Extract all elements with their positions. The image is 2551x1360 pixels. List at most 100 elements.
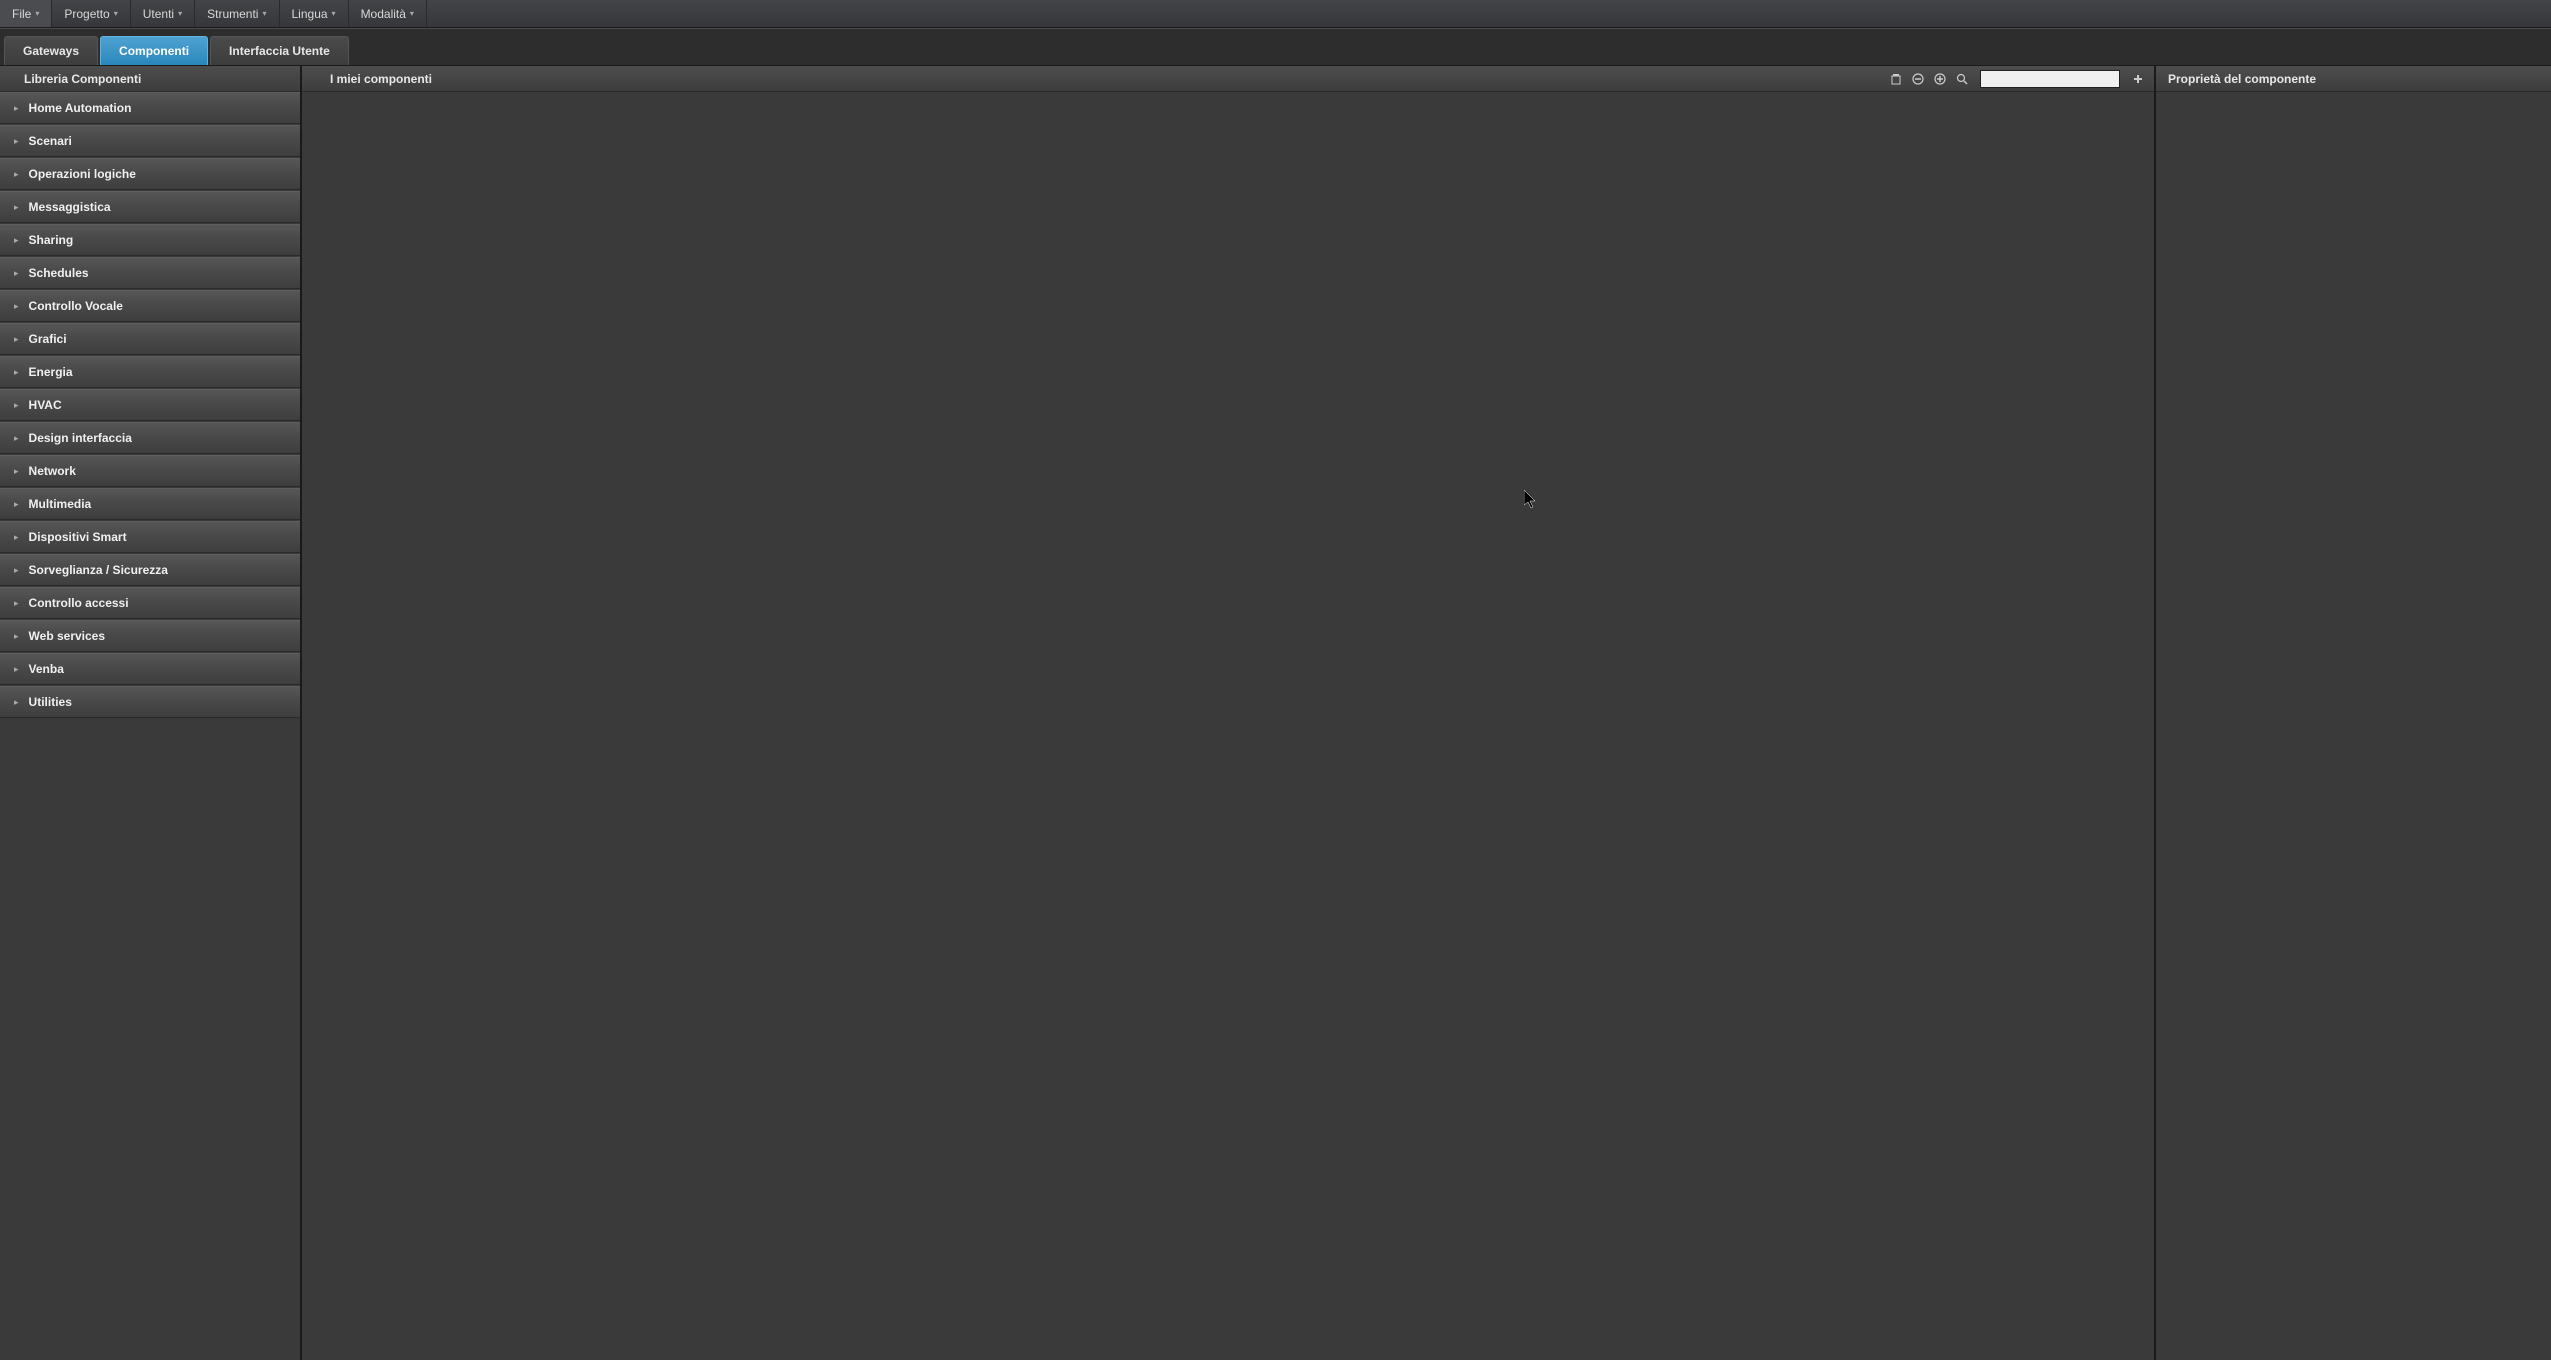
top-menubar: File ▾ Progetto ▾ Utenti ▾ Strumenti ▾ L… [0,0,2551,28]
category-label: Dispositivi Smart [29,530,127,544]
chevron-down-icon: ▾ [262,9,266,18]
chevron-down-icon: ▾ [178,9,182,18]
category-messaggistica[interactable]: ▸ Messaggistica [0,191,300,223]
category-label: Schedules [29,266,89,280]
category-label: Network [29,464,76,478]
menu-strumenti-label: Strumenti [207,7,258,21]
cursor-icon [1524,490,1538,513]
category-label: Energia [29,365,73,379]
chevron-right-icon: ▸ [14,466,19,477]
category-label: Grafici [29,332,67,346]
left-sidebar: Libreria Componenti ▸ Home Automation ▸ … [0,66,302,1360]
category-schedules[interactable]: ▸ Schedules [0,257,300,289]
menu-lingua[interactable]: Lingua ▾ [280,0,349,27]
center-header: I miei componenti [302,66,2154,92]
category-operazioni-logiche[interactable]: ▸ Operazioni logiche [0,158,300,190]
tab-componenti-label: Componenti [119,44,189,58]
tab-bar: Gateways Componenti Interfaccia Utente [0,28,2551,66]
chevron-right-icon: ▸ [14,268,19,279]
category-label: Sharing [29,233,74,247]
menu-progetto[interactable]: Progetto ▾ [52,0,130,27]
category-label: Multimedia [29,497,92,511]
chevron-right-icon: ▸ [14,301,19,312]
category-design-interfaccia[interactable]: ▸ Design interfaccia [0,422,300,454]
chevron-down-icon: ▾ [332,9,336,18]
left-sidebar-header: Libreria Componenti [0,66,300,92]
tab-componenti[interactable]: Componenti [100,36,208,65]
chevron-down-icon: ▾ [35,9,39,18]
category-controllo-vocale[interactable]: ▸ Controllo Vocale [0,290,300,322]
category-sharing[interactable]: ▸ Sharing [0,224,300,256]
add-icon[interactable] [2130,71,2146,87]
category-hvac[interactable]: ▸ HVAC [0,389,300,421]
center-body[interactable] [302,92,2154,1360]
category-sorveglianza-sicurezza[interactable]: ▸ Sorveglianza / Sicurezza [0,554,300,586]
menu-file-label: File [12,7,31,21]
category-controllo-accessi[interactable]: ▸ Controllo accessi [0,587,300,619]
category-label: Web services [29,629,106,643]
right-sidebar-body [2156,92,2551,108]
center-title: I miei componenti [330,72,1888,86]
chevron-right-icon: ▸ [14,400,19,411]
chevron-right-icon: ▸ [14,631,19,642]
category-dispositivi-smart[interactable]: ▸ Dispositivi Smart [0,521,300,553]
category-label: Home Automation [29,101,132,115]
category-energia[interactable]: ▸ Energia [0,356,300,388]
chevron-right-icon: ▸ [14,565,19,576]
menu-strumenti[interactable]: Strumenti ▾ [195,0,279,27]
chevron-down-icon: ▾ [410,9,414,18]
chevron-right-icon: ▸ [14,334,19,345]
chevron-right-icon: ▸ [14,598,19,609]
chevron-right-icon: ▸ [14,697,19,708]
menu-progetto-label: Progetto [64,7,109,21]
category-grafici[interactable]: ▸ Grafici [0,323,300,355]
chevron-right-icon: ▸ [14,103,19,114]
minus-icon[interactable] [1910,71,1926,87]
left-sidebar-title: Libreria Componenti [24,72,141,86]
category-list: ▸ Home Automation ▸ Scenari ▸ Operazioni… [0,92,300,1360]
category-label: Messaggistica [29,200,111,214]
plus-circle-icon[interactable] [1932,71,1948,87]
category-label: Controllo Vocale [29,299,123,313]
main-layout: Libreria Componenti ▸ Home Automation ▸ … [0,66,2551,1360]
delete-icon[interactable] [1888,71,1904,87]
tab-interfaccia-label: Interfaccia Utente [229,44,330,58]
tab-interfaccia-utente[interactable]: Interfaccia Utente [210,36,349,65]
chevron-right-icon: ▸ [14,433,19,444]
category-label: Design interfaccia [29,431,132,445]
menu-utenti-label: Utenti [143,7,174,21]
menu-file[interactable]: File ▾ [0,0,52,27]
category-label: Operazioni logiche [29,167,136,181]
menu-lingua-label: Lingua [292,7,328,21]
tab-gateways-label: Gateways [23,44,79,58]
category-label: Scenari [29,134,72,148]
category-scenari[interactable]: ▸ Scenari [0,125,300,157]
chevron-right-icon: ▸ [14,664,19,675]
right-sidebar-header: Proprietà del componente [2156,66,2551,92]
category-label: Venba [29,662,64,676]
center-panel: I miei componenti [302,66,2156,1360]
chevron-right-icon: ▸ [14,499,19,510]
chevron-right-icon: ▸ [14,235,19,246]
category-venba[interactable]: ▸ Venba [0,653,300,685]
chevron-right-icon: ▸ [14,136,19,147]
category-web-services[interactable]: ▸ Web services [0,620,300,652]
chevron-right-icon: ▸ [14,169,19,180]
category-home-automation[interactable]: ▸ Home Automation [0,92,300,124]
category-label: Utilities [29,695,72,709]
menu-modalita-label: Modalità [361,7,406,21]
category-label: Controllo accessi [29,596,129,610]
chevron-right-icon: ▸ [14,367,19,378]
category-network[interactable]: ▸ Network [0,455,300,487]
tab-gateways[interactable]: Gateways [4,36,98,65]
search-input[interactable] [1980,70,2120,88]
chevron-right-icon: ▸ [14,532,19,543]
category-multimedia[interactable]: ▸ Multimedia [0,488,300,520]
menu-modalita[interactable]: Modalità ▾ [349,0,427,27]
category-utilities[interactable]: ▸ Utilities [0,686,300,718]
right-sidebar: Proprietà del componente [2156,66,2551,1360]
menu-utenti[interactable]: Utenti ▾ [131,0,195,27]
search-icon[interactable] [1954,71,1970,87]
category-label: HVAC [29,398,62,412]
chevron-right-icon: ▸ [14,202,19,213]
